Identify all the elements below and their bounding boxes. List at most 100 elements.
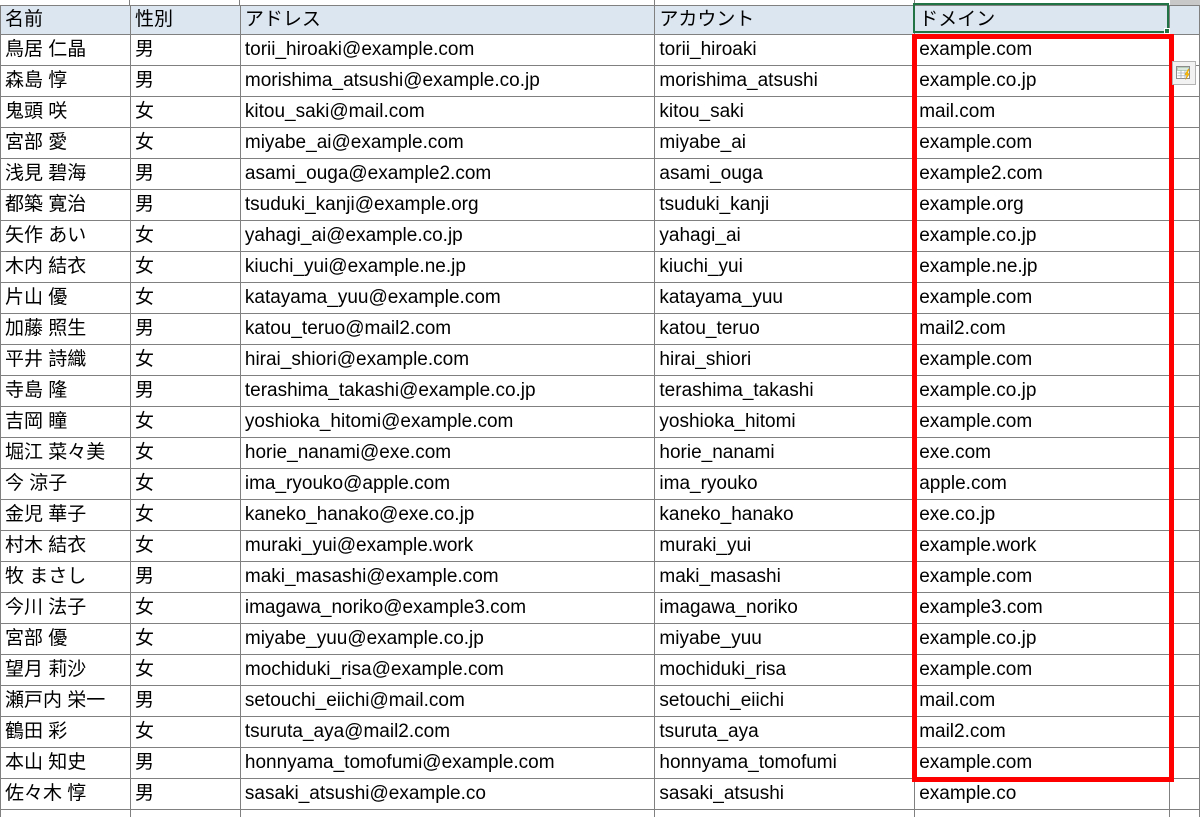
- cell-domain[interactable]: example.com: [914, 406, 1171, 438]
- cell-gender[interactable]: 女: [129, 406, 241, 438]
- cell-gender[interactable]: 女: [129, 499, 241, 531]
- cell-empty[interactable]: [1169, 189, 1200, 221]
- cell-empty[interactable]: [1169, 561, 1200, 593]
- table-row[interactable]: 森島 惇男 morishima_atsushi@example.co.jp mori…: [0, 65, 1200, 97]
- cell-name[interactable]: 矢作 あい: [0, 220, 131, 252]
- cell-empty[interactable]: [1169, 685, 1200, 717]
- cell-gender[interactable]: 女: [129, 654, 241, 686]
- cell-domain[interactable]: mail2.com: [914, 716, 1171, 748]
- cell-name[interactable]: 都築 寛治: [0, 189, 131, 221]
- cell-name[interactable]: 村木 結衣: [0, 530, 131, 562]
- cell-domain[interactable]: example.com: [914, 654, 1171, 686]
- cell-gender[interactable]: 女: [129, 623, 241, 655]
- cell-gender[interactable]: 男: [129, 561, 241, 593]
- cell-empty[interactable]: [1169, 313, 1200, 345]
- cell-gender[interactable]: 女: [129, 437, 241, 469]
- cell-account[interactable]: hirai_shiori: [654, 344, 916, 376]
- table-row[interactable]: 矢作 あい女 yahagi_ai@example.co.jp yahagi_ai ex…: [0, 220, 1200, 252]
- table-row[interactable]: 鬼頭 咲女 kitou_saki@mail.com kitou_saki mail.c…: [0, 96, 1200, 128]
- table-row[interactable]: 佐々木 惇男 sasaki_atsushi@example.co sasaki_at…: [0, 778, 1200, 810]
- table-row[interactable]: 都築 寛治男 tsuduki_kanji@example.org tsuduki_k…: [0, 189, 1200, 221]
- cell-gender[interactable]: 女: [129, 282, 241, 314]
- cell-address[interactable]: katayama_yuu@example.com: [239, 282, 656, 314]
- cell-account[interactable]: terashima_takashi: [654, 375, 916, 407]
- cell-domain[interactable]: apple.com: [914, 468, 1171, 500]
- cell-empty[interactable]: [1169, 747, 1200, 779]
- cell-address[interactable]: kaneko_hanako@exe.co.jp: [239, 499, 656, 531]
- cell-domain[interactable]: mail.com: [914, 685, 1171, 717]
- cell-account[interactable]: torii_hiroaki: [654, 34, 916, 66]
- cell-domain[interactable]: example.co.jp: [914, 623, 1171, 655]
- cell-empty[interactable]: [1169, 406, 1200, 438]
- cell-name[interactable]: 浅見 碧海: [0, 158, 131, 190]
- table-row[interactable]: 本山 知史男 honnyama_tomofumi@example.com honny…: [0, 747, 1200, 779]
- cell-domain[interactable]: example.com: [914, 747, 1171, 779]
- cell-address[interactable]: hirai_shiori@example.com: [239, 344, 656, 376]
- column-header-address[interactable]: アドレス: [239, 5, 656, 35]
- cell-empty[interactable]: [1169, 716, 1200, 748]
- cell-address[interactable]: kiuchi_yui@example.ne.jp: [239, 251, 656, 283]
- cell-name[interactable]: 今 涼子: [0, 468, 131, 500]
- cell-domain[interactable]: example.co: [914, 778, 1171, 810]
- cell-address[interactable]: torii_hiroaki@example.com: [239, 34, 656, 66]
- cell-domain[interactable]: example2.com: [914, 158, 1171, 190]
- cell-name[interactable]: 寺島 隆: [0, 375, 131, 407]
- cell-empty[interactable]: [1169, 96, 1200, 128]
- cell-address[interactable]: honnyama_tomofumi@example.com: [239, 747, 656, 779]
- cell-empty[interactable]: [1169, 282, 1200, 314]
- cell-account[interactable]: kiuchi_yui: [654, 251, 916, 283]
- table-row[interactable]: 浅見 碧海男 asami_ouga@example2.com asami_ouga e…: [0, 158, 1200, 190]
- table-row[interactable]: 吉岡 瞳女 yoshioka_hitomi@example.com yoshioka…: [0, 406, 1200, 438]
- table-row[interactable]: 木内 結衣女 kiuchi_yui@example.ne.jp kiuchi_yui…: [0, 251, 1200, 283]
- cell-domain[interactable]: example3.com: [914, 592, 1171, 624]
- cell-account[interactable]: yahagi_ai: [654, 220, 916, 252]
- cell-address[interactable]: tsuruta_aya@mail2.com: [239, 716, 656, 748]
- cell-name[interactable]: 森島 惇: [0, 65, 131, 97]
- cell-empty[interactable]: [1169, 251, 1200, 283]
- cell-empty[interactable]: [1169, 530, 1200, 562]
- cell-domain[interactable]: example.com: [914, 127, 1171, 159]
- cell-account[interactable]: katayama_yuu: [654, 282, 916, 314]
- cell-domain[interactable]: example.co.jp: [914, 220, 1171, 252]
- cell-empty[interactable]: [1169, 654, 1200, 686]
- table-row[interactable]: 鳥居 仁晶男 torii_hiroaki@example.com torii_hir…: [0, 34, 1200, 66]
- table-row[interactable]: 牧 まさし男 maki_masashi@example.com maki_masas…: [0, 561, 1200, 593]
- cell-empty[interactable]: [1169, 375, 1200, 407]
- cell-account[interactable]: miyabe_ai: [654, 127, 916, 159]
- cell-address[interactable]: terashima_takashi@example.co.jp: [239, 375, 656, 407]
- table-row[interactable]: 金児 華子女 kaneko_hanako@exe.co.jp kaneko_hana…: [0, 499, 1200, 531]
- cell-address[interactable]: setouchi_eiichi@mail.com: [239, 685, 656, 717]
- cell-account[interactable]: honnyama_tomofumi: [654, 747, 916, 779]
- cell-address[interactable]: katou_teruo@mail2.com: [239, 313, 656, 345]
- table-row[interactable]: 寺島 隆男 terashima_takashi@example.co.jp tera…: [0, 375, 1200, 407]
- cell-name[interactable]: 瀬戸内 栄一: [0, 685, 131, 717]
- cell-account[interactable]: katou_teruo: [654, 313, 916, 345]
- cell-name[interactable]: 今川 法子: [0, 592, 131, 624]
- cell-gender[interactable]: 女: [129, 96, 241, 128]
- cell-address[interactable]: maki_masashi@example.com: [239, 561, 656, 593]
- cell-gender[interactable]: 男: [129, 34, 241, 66]
- cell-account[interactable]: imagawa_noriko: [654, 592, 916, 624]
- cell-account[interactable]: kitou_saki: [654, 96, 916, 128]
- cell-account[interactable]: ima_ryouko: [654, 468, 916, 500]
- cell-domain[interactable]: example.com: [914, 34, 1171, 66]
- cell-empty[interactable]: [1169, 158, 1200, 190]
- cell-domain[interactable]: mail.com: [914, 96, 1171, 128]
- table-row[interactable]: 鶴田 彩女 tsuruta_aya@mail2.com tsuruta_aya mai…: [0, 716, 1200, 748]
- column-header-domain[interactable]: ドメイン: [914, 5, 1171, 35]
- cell-account[interactable]: yoshioka_hitomi: [654, 406, 916, 438]
- cell-domain[interactable]: example.ne.jp: [914, 251, 1171, 283]
- cell-name[interactable]: 鳥居 仁晶: [0, 34, 131, 66]
- cell-gender[interactable]: 女: [129, 344, 241, 376]
- cell-address[interactable]: yahagi_ai@example.co.jp: [239, 220, 656, 252]
- cell-name[interactable]: 宮部 優: [0, 623, 131, 655]
- cell-gender[interactable]: 男: [129, 189, 241, 221]
- table-row[interactable]: 望月 莉沙女 mochiduki_risa@example.com mochiduk…: [0, 654, 1200, 686]
- table-row[interactable]: 平井 詩織女 hirai_shiori@example.com hirai_shio…: [0, 344, 1200, 376]
- cell-address[interactable]: horie_nanami@exe.com: [239, 437, 656, 469]
- cell-name[interactable]: 加藤 照生: [0, 313, 131, 345]
- cell-address[interactable]: yoshioka_hitomi@example.com: [239, 406, 656, 438]
- cell-domain[interactable]: mail2.com: [914, 313, 1171, 345]
- cell-domain[interactable]: example.co.jp: [914, 375, 1171, 407]
- column-header-gender[interactable]: 性別: [129, 5, 241, 35]
